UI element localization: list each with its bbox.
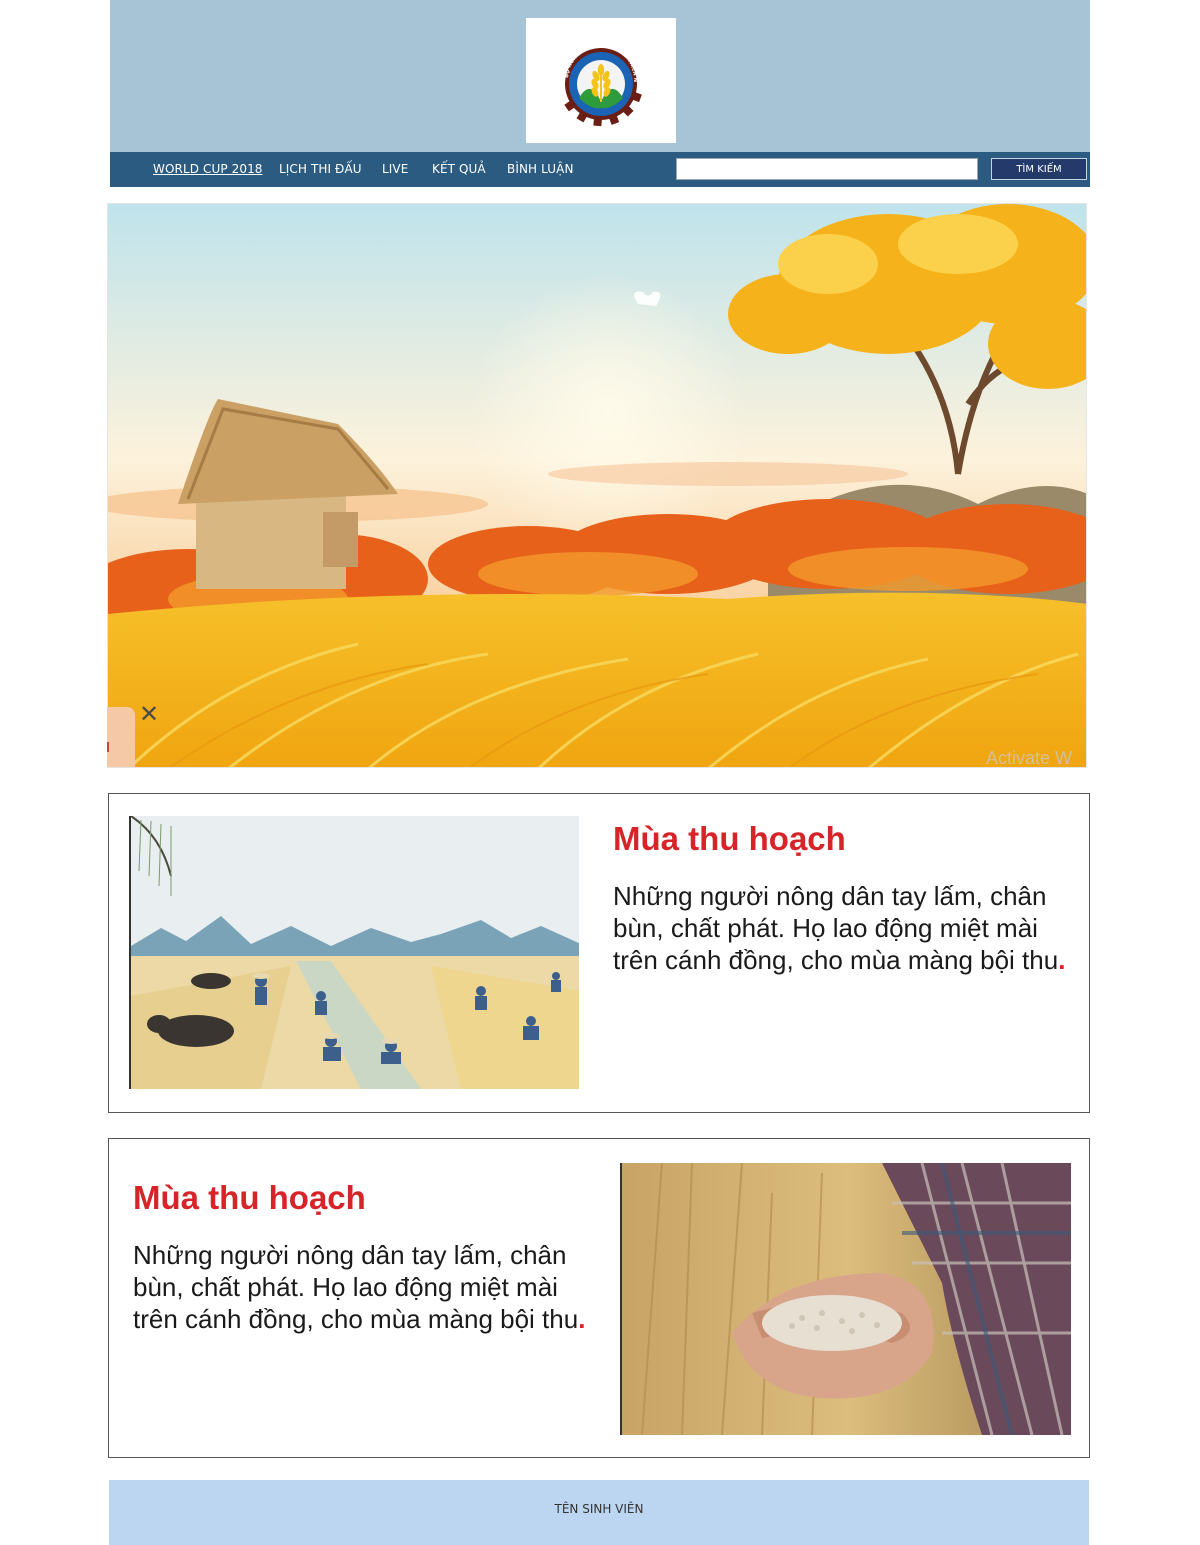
footer-student-name: TÊN SINH VIÊN	[554, 1502, 644, 1516]
card-text-body: Những người nông dân tay lấm, chân bùn, …	[133, 1240, 579, 1334]
card-text: Những người nông dân tay lấm, chân bùn, …	[613, 880, 1083, 976]
rice-planting-illustration	[129, 816, 579, 1089]
nav-item-live[interactable]: LIVE	[382, 162, 408, 176]
article-card-1: Mùa thu hoạch Những người nông dân tay l…	[108, 793, 1090, 1113]
card-text-end-mark: .	[578, 1304, 586, 1334]
activation-watermark: Activate W	[986, 748, 1073, 768]
logo-container[interactable]: BỘ NÔNG NGHIỆP VÀ PHÁT TRIỂN NÔNG THÔN	[524, 13, 676, 143]
nav-item-binh-luan[interactable]: BÌNH LUẬN	[507, 162, 574, 176]
side-tab[interactable]	[107, 707, 135, 767]
main-nav: WORLD CUP 2018 LỊCH THI ĐẤU LIVE KẾT QUẢ…	[110, 152, 1090, 187]
card-title: Mùa thu hoạch	[133, 1179, 366, 1216]
ministry-logo: BỘ NÔNG NGHIỆP VÀ PHÁT TRIỂN NÔNG THÔN	[524, 13, 642, 127]
article-card-2: Mùa thu hoạch Những người nông dân tay l…	[108, 1138, 1090, 1458]
hero-banner	[107, 203, 1087, 768]
close-icon[interactable]: ✕	[136, 701, 162, 727]
card-text-end-mark: .	[1058, 945, 1066, 975]
card-text: Những người nông dân tay lấm, chân bùn, …	[133, 1239, 603, 1335]
harvest-landscape-illustration	[108, 204, 1086, 767]
card-title: Mùa thu hoạch	[613, 820, 846, 857]
nav-item-lich-thi-dau[interactable]: LỊCH THI ĐẤU	[279, 162, 362, 176]
search-input[interactable]	[676, 158, 978, 180]
site-header: BỘ NÔNG NGHIỆP VÀ PHÁT TRIỂN NÔNG THÔN	[110, 0, 1090, 152]
search-button[interactable]: TÌM KIẾM	[991, 158, 1087, 180]
site-footer: TÊN SINH VIÊN	[109, 1480, 1089, 1545]
nav-item-ket-qua[interactable]: KẾT QUẢ	[432, 162, 486, 176]
nav-item-world-cup-2018[interactable]: WORLD CUP 2018	[153, 162, 263, 176]
hands-holding-grain-photo	[620, 1163, 1071, 1435]
card-text-body: Những người nông dân tay lấm, chân bùn, …	[613, 881, 1059, 975]
